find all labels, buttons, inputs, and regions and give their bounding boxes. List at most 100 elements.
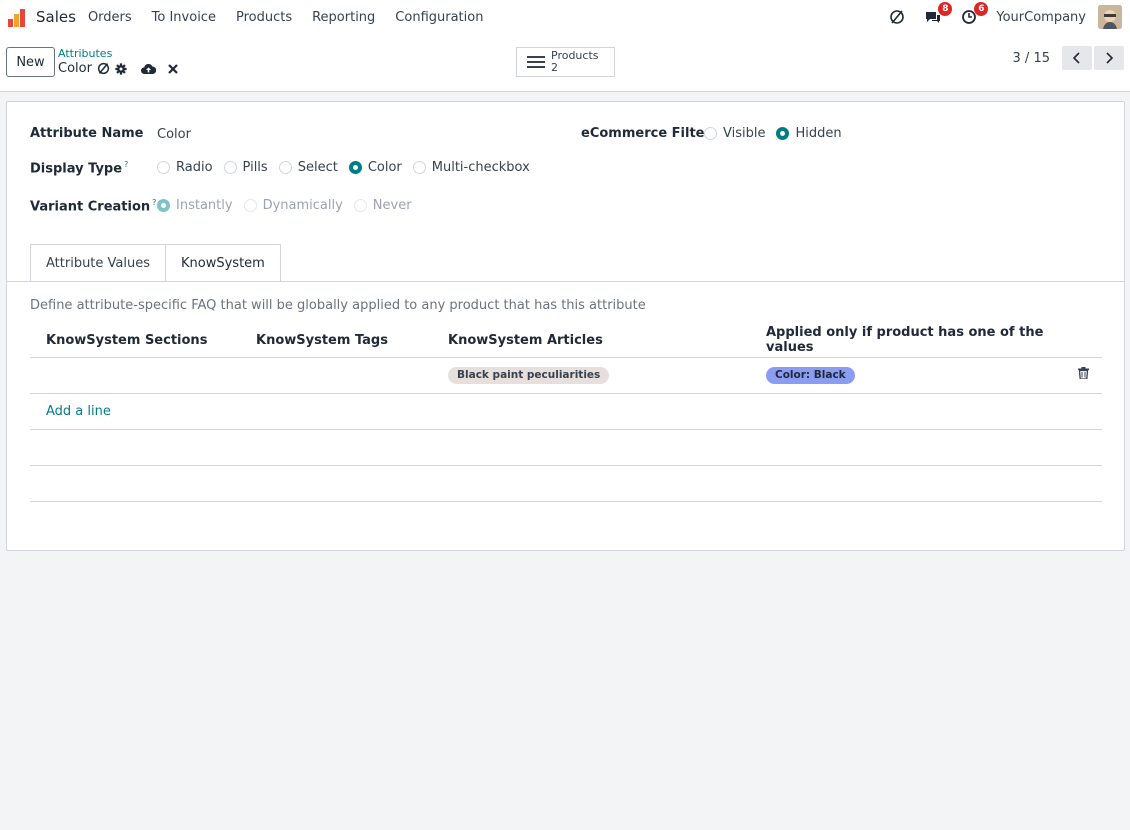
breadcrumb-attributes[interactable]: Attributes xyxy=(58,47,112,60)
cell-delete xyxy=(1062,357,1102,394)
radio-multi-checkbox-dot[interactable] xyxy=(412,161,426,174)
knowsystem-table: KnowSystem Sections KnowSystem Tags Know… xyxy=(30,324,1102,502)
display-type-label-text: Display Type xyxy=(30,161,123,177)
radio-select-dot[interactable] xyxy=(278,161,292,174)
radio-select-label: Select xyxy=(297,160,338,175)
article-tag: Black paint peculiarities xyxy=(448,366,610,384)
activities-badge: 6 xyxy=(974,2,989,16)
tab-knowsystem[interactable]: KnowSystem xyxy=(166,244,281,281)
radio-select[interactable]: Select xyxy=(278,160,338,175)
form-sheet: Attribute Name Color eCommerce Filter Vi… xyxy=(6,101,1125,551)
tab-divider xyxy=(7,281,1124,282)
company-switcher[interactable]: YourCompany xyxy=(996,10,1086,25)
variant-creation-radios: Instantly Dynamically Never xyxy=(157,198,423,213)
knowsystem-icon[interactable] xyxy=(888,8,906,26)
attribute-name-field[interactable]: Color xyxy=(157,127,191,142)
display-type-radios: Radio Pills Select Color Multi-checkbox xyxy=(157,160,541,175)
cell-tags[interactable] xyxy=(240,357,432,394)
control-panel: New Attributes Color Products 2 3 / 15 xyxy=(0,34,1130,92)
trash-icon[interactable] xyxy=(1078,367,1089,383)
knowsystem-help-text: Define attribute-specific FAQ that will … xyxy=(30,298,646,313)
col-header-articles[interactable]: KnowSystem Articles xyxy=(432,324,750,358)
app-name[interactable]: Sales xyxy=(36,8,76,26)
radio-multi-checkbox-label: Multi-checkbox xyxy=(431,160,530,175)
radio-radio[interactable]: Radio xyxy=(157,160,213,175)
radio-color-dot[interactable] xyxy=(348,161,362,174)
discard-icon[interactable] xyxy=(168,63,178,74)
pager-next-button[interactable] xyxy=(1094,46,1124,70)
cell-articles[interactable]: Black paint peculiarities xyxy=(432,357,750,394)
chevron-right-icon xyxy=(1106,52,1113,64)
add-a-line-link[interactable]: Add a line xyxy=(46,404,111,419)
menu-item-configuration[interactable]: Configuration xyxy=(395,10,483,25)
menu-item-products[interactable]: Products xyxy=(236,10,292,25)
radio-instantly-dot xyxy=(157,199,170,212)
products-smart-button[interactable]: Products 2 xyxy=(516,47,615,77)
menu-item-to-invoice[interactable]: To Invoice xyxy=(152,10,216,25)
col-header-values[interactable]: Applied only if product has one of the v… xyxy=(750,324,1062,358)
systray: 8 6 YourCompany xyxy=(888,0,1122,34)
cell-values[interactable]: Color: Black xyxy=(750,357,1062,394)
sales-app-logo[interactable] xyxy=(8,7,28,27)
table-header-row: KnowSystem Sections KnowSystem Tags Know… xyxy=(30,324,1102,358)
display-type-label: Display Type? xyxy=(30,160,128,176)
ecommerce-filter-label: eCommerce Filter xyxy=(581,126,711,141)
ecommerce-filter-radios: Visible Hidden xyxy=(704,126,853,141)
radio-hidden-label: Hidden xyxy=(795,126,842,141)
radio-dynamically-label: Dynamically xyxy=(262,198,343,213)
attribute-name-label: Attribute Name xyxy=(30,126,144,141)
radio-visible-dot[interactable] xyxy=(704,127,717,140)
messages-icon[interactable]: 8 xyxy=(924,2,953,26)
record-title: Color xyxy=(58,61,92,76)
variant-creation-label: Variant Creation? xyxy=(30,198,156,214)
top-navbar: Sales Orders To Invoice Products Reporti… xyxy=(0,0,1130,34)
radio-hidden[interactable]: Hidden xyxy=(776,126,842,141)
messages-badge: 8 xyxy=(938,2,953,16)
pager-previous-button[interactable] xyxy=(1062,46,1092,70)
user-avatar[interactable] xyxy=(1098,5,1122,29)
knowsystem-record-icon[interactable] xyxy=(97,62,110,75)
col-header-actions xyxy=(1062,324,1102,358)
smart-button-label: Products 2 xyxy=(551,50,599,74)
radio-never-dot xyxy=(353,199,367,212)
table-row[interactable]: Black paint peculiarities Color: Black xyxy=(30,357,1102,394)
radio-instantly: Instantly xyxy=(157,198,233,213)
radio-color-label: Color xyxy=(367,160,402,175)
pager-value[interactable]: 3 / 15 xyxy=(1013,51,1050,66)
radio-hidden-dot[interactable] xyxy=(776,127,790,140)
radio-dynamically-dot xyxy=(243,199,257,212)
radio-pills-dot[interactable] xyxy=(223,161,237,174)
table-row-add: Add a line xyxy=(30,393,1102,430)
menu-item-orders[interactable]: Orders xyxy=(88,10,132,25)
gear-icon[interactable] xyxy=(115,62,127,75)
tab-attribute-values[interactable]: Attribute Values xyxy=(30,244,167,281)
col-header-sections[interactable]: KnowSystem Sections xyxy=(30,324,240,358)
breadcrumb-current: Color xyxy=(58,61,178,76)
radio-never: Never xyxy=(353,198,412,213)
cell-sections[interactable] xyxy=(30,357,240,394)
col-header-tags[interactable]: KnowSystem Tags xyxy=(240,324,432,358)
main-menu: Orders To Invoice Products Reporting Con… xyxy=(88,10,504,25)
radio-visible-label: Visible xyxy=(723,126,766,141)
notebook-tabs: Attribute Values KnowSystem xyxy=(30,244,281,281)
smart-button-text: Products xyxy=(551,49,599,62)
save-cloud-icon[interactable] xyxy=(141,63,156,75)
variant-creation-help-icon[interactable]: ? xyxy=(152,198,156,207)
radio-color[interactable]: Color xyxy=(348,160,402,175)
table-row-empty xyxy=(30,465,1102,502)
radio-dynamically: Dynamically xyxy=(243,198,343,213)
radio-visible[interactable]: Visible xyxy=(704,126,765,141)
pager: 3 / 15 xyxy=(1013,46,1124,70)
radio-pills-label: Pills xyxy=(242,160,268,175)
menu-item-reporting[interactable]: Reporting xyxy=(312,10,375,25)
variant-creation-label-text: Variant Creation xyxy=(30,199,151,215)
radio-radio-label: Radio xyxy=(176,160,213,175)
chevron-left-icon xyxy=(1073,52,1080,64)
radio-pills[interactable]: Pills xyxy=(223,160,268,175)
radio-never-label: Never xyxy=(372,198,412,213)
new-button[interactable]: New xyxy=(6,47,55,77)
activities-icon[interactable]: 6 xyxy=(960,2,989,26)
radio-radio-dot[interactable] xyxy=(157,161,170,174)
radio-multi-checkbox[interactable]: Multi-checkbox xyxy=(412,160,530,175)
display-type-help-icon[interactable]: ? xyxy=(124,160,128,169)
